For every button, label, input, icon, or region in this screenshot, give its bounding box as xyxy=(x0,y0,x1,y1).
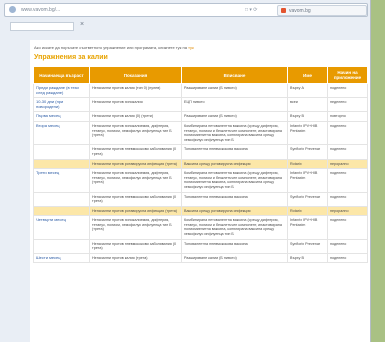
table-cell: Ваксина срещу ротавирусна инфекция xyxy=(181,158,288,170)
intro-text: Ако искате да поръчате съответното упраж… xyxy=(34,45,194,50)
table-cell: Неначални против пневмококови заболявани… xyxy=(89,191,182,207)
table-cell: повторно xyxy=(327,111,368,122)
table-cell: Разширяване калии (Б нивото) xyxy=(181,82,288,99)
intro-sentence: Ако искате да поръчате съответното упраж… xyxy=(34,45,187,50)
browser-tab[interactable]: vavom.bg xyxy=(277,5,367,16)
table-cell: Rotarix xyxy=(287,158,328,170)
table-cell: Неначални против ротавирусна инфекция (т… xyxy=(89,158,182,170)
table-cell: поделено xyxy=(327,168,368,193)
table-row: Втора месец Неначални против хипокалиемия… xyxy=(33,120,368,146)
table-cell: Преди раждане (в тези след раждане) xyxy=(33,82,90,99)
table-cell: Разширяване калии (Б нивото) xyxy=(181,111,288,122)
table-cell xyxy=(33,144,90,160)
url-text[interactable]: www.vavom.bg/... xyxy=(21,7,60,13)
table-cell: Неначални против калия (трета) xyxy=(89,252,182,264)
table-row: Трети месец Неначални против хипокалиемия… xyxy=(33,168,368,193)
table-row: Неначални против пневмококови заболявани… xyxy=(33,144,368,160)
table-cell: поделено xyxy=(327,252,368,264)
page-content: Ако искате да поръчате съответното упраж… xyxy=(30,40,370,342)
secondary-toolbar: × xyxy=(10,20,110,31)
table-cell: Разширяване калии (Б нивото) xyxy=(181,252,288,264)
table-cell: Шести месец xyxy=(33,252,90,264)
table-cell: Неначални против хипокалиемия, дифтерия,… xyxy=(89,120,182,146)
table-cell: Тоновалентна пневмококова ваксина xyxy=(181,238,288,254)
table-cell: Неначални против калия (тип 0) (нулев) xyxy=(89,82,182,99)
table-cell: Synflorix Prevenar xyxy=(287,144,328,160)
table-cell: поделено xyxy=(327,238,368,254)
column-header: Име xyxy=(287,66,328,84)
table-row: Неначални против ротавирусна инфекция (т… xyxy=(33,158,368,170)
table-cell: перорално xyxy=(327,205,368,217)
table-cell: Първа месец xyxy=(33,111,90,122)
table-cell: поделено xyxy=(327,82,368,99)
column-header: Начинаеща възраст xyxy=(33,66,90,84)
table-row: Преди раждане (в тези след раждане) Ненач… xyxy=(33,82,368,99)
page-title: Упражнения за калии xyxy=(34,54,108,61)
close-icon[interactable]: × xyxy=(80,21,84,28)
table-cell: Комбинирана петовалентна ваксина (срещу … xyxy=(181,120,288,146)
table-cell: Втора месец xyxy=(33,120,90,146)
table-cell xyxy=(33,205,90,217)
table-cell: Комбинирана петовалентна ваксина (срещу … xyxy=(181,215,288,240)
table-cell: Върху В xyxy=(287,252,328,264)
table-cell: Неначални против хипокалиемия, дифтерия,… xyxy=(89,168,182,193)
vaccine-table: Начинаеща възраст Показания Вписване Име… xyxy=(33,66,368,264)
table-cell: поделено xyxy=(327,120,368,146)
address-bar[interactable]: www.vavom.bg/... □ ▾ ⟳ vavom.bg xyxy=(4,3,368,17)
table-cell: ЕЦП нивото xyxy=(181,97,288,113)
table-cell: Неначални против пневмококови заболявани… xyxy=(89,238,182,254)
table-cell: перорално xyxy=(327,158,368,170)
table-cell: Rotarix xyxy=(287,205,328,217)
table-header-row: Начинаеща възраст Показания Вписване Име… xyxy=(33,66,368,84)
table-cell: Четвърти месец xyxy=(33,215,90,240)
table-cell: всеи xyxy=(287,97,328,113)
tab-title: vavom.bg xyxy=(289,8,311,14)
table-cell: Комбинирана петовалентна ваксина (срещу … xyxy=(181,168,288,193)
table-cell xyxy=(33,191,90,207)
table-cell: Infanrix IPV+HIB Pentaxim xyxy=(287,168,328,193)
table-row: Четвърти месец Неначални против хипокалие… xyxy=(33,215,368,240)
table-cell: неделено xyxy=(327,97,368,113)
table-cell: Неначални против ротавирусна инфекция (т… xyxy=(89,205,182,217)
table-cell: Неначални против хипокалия xyxy=(89,97,182,113)
table-row: Неначални против пневмококови заболявани… xyxy=(33,191,368,207)
table-row: Шести месец Неначални против калия (трета… xyxy=(33,252,368,264)
table-cell: Върху В xyxy=(287,111,328,122)
table-cell: Ваксина срещу ротавирусна инфекция xyxy=(181,205,288,217)
table-cell: Тоновалентна пневмококова ваксина xyxy=(181,191,288,207)
table-cell: Неначални против калия (0) (трети) xyxy=(89,111,182,122)
table-cell: поделено xyxy=(327,215,368,240)
table-cell: Неначални против пневмококови заболявани… xyxy=(89,144,182,160)
browser-window: www.vavom.bg/... □ ▾ ⟳ vavom.bg × Ако ис… xyxy=(0,0,371,342)
table-cell: Неначални против хипокалиемия, дифтерия,… xyxy=(89,215,182,240)
column-header: Начин на приложение xyxy=(327,66,368,84)
table-cell: Infanrix IPV+HIB Pentaxim xyxy=(287,120,328,146)
table-cell: поделено xyxy=(327,144,368,160)
table-row: Неначални против пневмококови заболявани… xyxy=(33,238,368,254)
column-header: Вписване xyxy=(181,66,288,84)
table-cell: Synflorix Prevenar xyxy=(287,191,328,207)
table-cell: 10-30 дни (при новородени) xyxy=(33,97,90,113)
intro-link[interactable]: тук xyxy=(188,45,194,50)
table-row: Неначални против ротавирусна инфекция (т… xyxy=(33,205,368,217)
table-cell: поделено xyxy=(327,191,368,207)
table-cell xyxy=(33,238,90,254)
table-cell: Трети месец xyxy=(33,168,90,193)
table-row: 10-30 дни (при новородени) Неначални прот… xyxy=(33,97,368,113)
table-cell: Тоновалентна пневмококова ваксина xyxy=(181,144,288,160)
table-cell: Върху А xyxy=(287,82,328,99)
table-cell: Synflorix Prevenar xyxy=(287,238,328,254)
favicon-icon xyxy=(281,8,286,13)
table-cell xyxy=(33,158,90,170)
toolbar-input[interactable] xyxy=(10,22,74,31)
column-header: Показания xyxy=(89,66,182,84)
table-row: Първа месец Неначални против калия (0) (т… xyxy=(33,111,368,122)
globe-icon xyxy=(9,6,16,13)
address-tools-icon[interactable]: □ ▾ ⟳ xyxy=(245,7,258,13)
table-cell: Infanrix IPV+HIB Pentaxim xyxy=(287,215,328,240)
